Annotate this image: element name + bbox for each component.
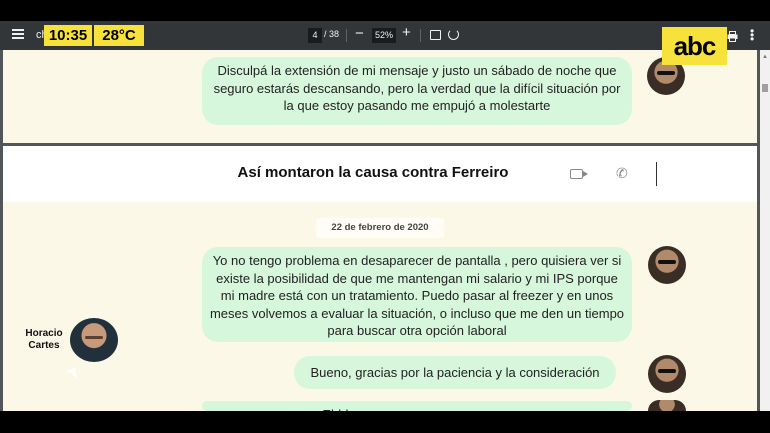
chat-title: Así montaron la causa contra Ferreiro — [237, 164, 509, 181]
temperature-badge: 28°C — [94, 25, 144, 46]
fit-page-icon[interactable] — [430, 30, 441, 40]
contact-avatar — [70, 318, 118, 362]
zoom-in-button[interactable]: + — [402, 24, 411, 41]
top-black-bar — [0, 0, 770, 21]
chat-bubble-outgoing: Yo no tengo problema en desaparecer de p… — [202, 247, 632, 342]
clock-badge: 10:35 — [44, 25, 92, 46]
scrollbar-thumb[interactable] — [762, 84, 768, 92]
scrollbar[interactable] — [760, 50, 770, 411]
avatar — [648, 400, 686, 411]
chat-bubble-outgoing: Disculpá la extensión de mi mensaje y ju… — [202, 57, 632, 125]
pdf-toolbar: ch 10:35 28°C 4 / 38 − 52% + • • • — [0, 21, 770, 50]
date-separator: 22 de febrero de 2020 — [316, 218, 444, 238]
toolbar-separator — [420, 29, 421, 42]
contact-name: Horacio Cartes — [25, 328, 63, 351]
page-total: / 38 — [324, 29, 340, 39]
pdf-page-previous: Disculpá la extensión de mi mensaje y ju… — [3, 50, 757, 143]
rotate-icon[interactable] — [448, 29, 459, 40]
chat-bubble-outgoing: Bueno, gracias por la paciencia y la con… — [294, 356, 616, 389]
chat-bubble-outgoing-partial: Ehhh, .... .... .... ... ... ... ... ...… — [202, 401, 632, 411]
more-vert-icon[interactable]: • • • — [750, 25, 754, 45]
chat-header: Así montaron la causa contra Ferreiro ✆ — [3, 146, 757, 202]
avatar — [648, 355, 686, 393]
page-number-input[interactable]: 4 — [308, 28, 322, 43]
header-divider — [656, 162, 657, 186]
scroll-up-icon[interactable]: ▲ — [762, 54, 768, 60]
bottom-black-bar — [0, 411, 770, 433]
menu-icon[interactable] — [10, 27, 26, 43]
zoom-level-input[interactable]: 52% — [372, 28, 396, 43]
video-call-icon — [570, 169, 588, 179]
phone-call-icon: ✆ — [616, 165, 628, 181]
abc-logo: abc — [662, 27, 727, 65]
toolbar-separator — [346, 29, 347, 42]
avatar — [648, 246, 686, 284]
zoom-out-button[interactable]: − — [355, 25, 364, 42]
print-icon[interactable] — [727, 29, 738, 42]
